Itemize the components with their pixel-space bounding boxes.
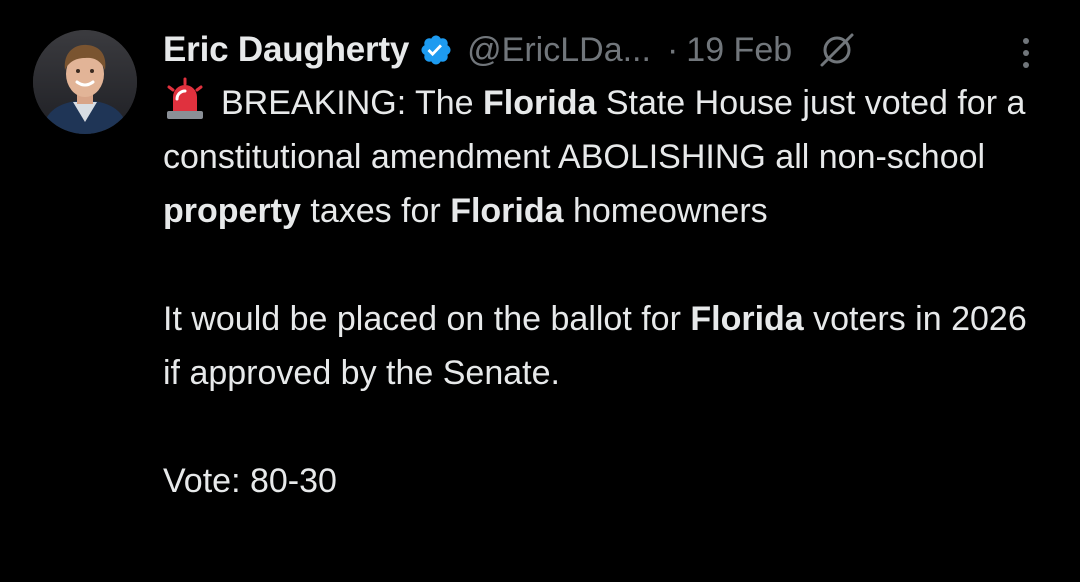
tweet-date[interactable]: 19 Feb [686,31,792,70]
separator-dot: · [666,30,679,69]
author-handle[interactable]: @EricLDa... [467,31,651,70]
verified-badge-icon[interactable] [419,33,453,67]
tweet-header: Eric Daugherty @EricLDa... · 19 Feb [163,24,856,76]
text-segment: It would be placed on the ballot for [163,300,691,338]
highlight-florida: Florida [690,300,804,338]
tweet-paragraph-2: It would be placed on the ballot for Flo… [163,292,1043,400]
tweet-text: BREAKING: The Florida State House just v… [163,76,1043,508]
tweet-paragraph-1: BREAKING: The Florida State House just v… [163,76,1043,238]
text-segment: BREAKING: The [221,84,484,122]
author-display-name[interactable]: Eric Daugherty [163,30,409,70]
text-segment: homeowners [563,192,768,230]
grok-slash-icon[interactable] [818,31,856,69]
highlight-florida: Florida [483,84,597,122]
more-vertical-icon[interactable] [1014,34,1038,74]
avatar-photo [33,30,137,134]
avatar[interactable] [33,30,137,134]
highlight-florida: Florida [450,192,564,230]
tweet-paragraph-3: Vote: 80-30 [163,454,1043,508]
text-segment: taxes for [300,192,451,230]
vote-result: Vote: 80-30 [163,462,337,500]
police-car-light-emoji [163,77,207,121]
tweet[interactable]: Eric Daugherty @EricLDa... · 19 Feb BREA… [0,0,1080,582]
highlight-property: property [163,192,301,230]
